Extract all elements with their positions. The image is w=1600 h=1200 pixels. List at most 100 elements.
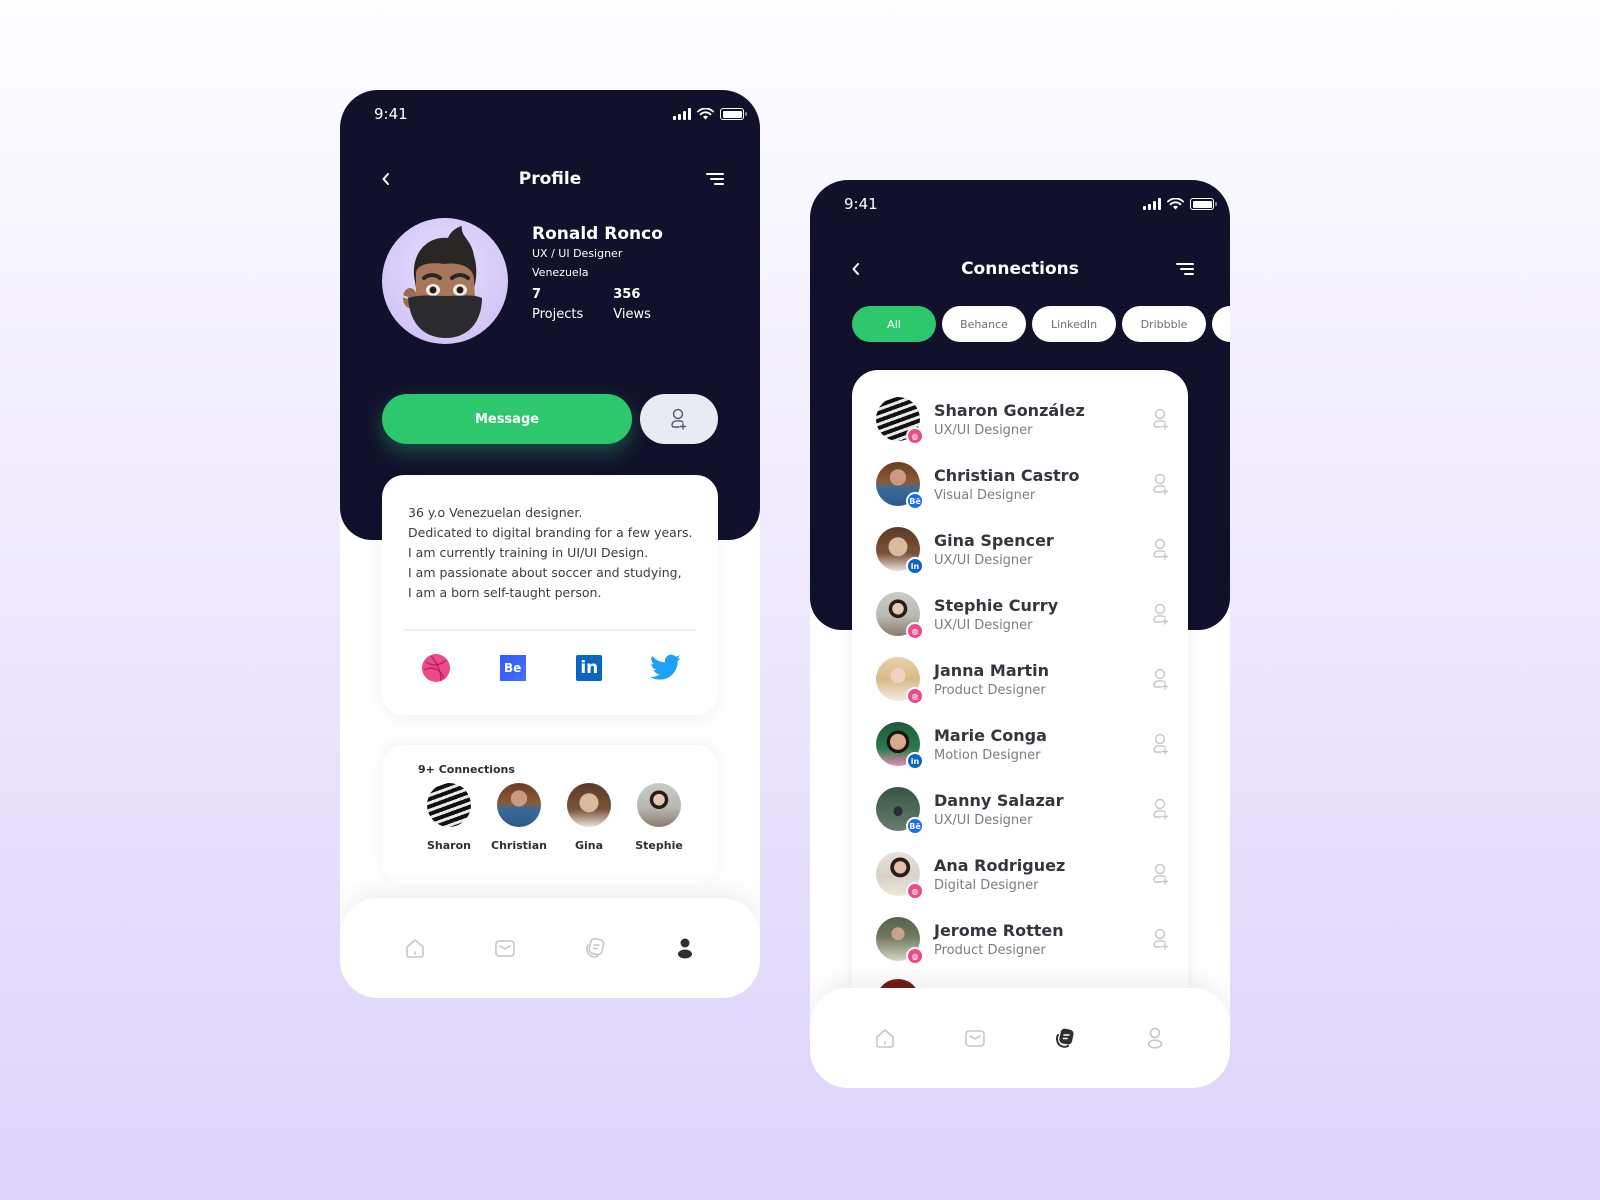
connection-name: Jerome Rotten [934,920,1064,940]
status-time: 9:41 [374,105,408,123]
battery-icon [1190,198,1217,210]
back-button[interactable] [846,259,866,279]
dribbble-icon: ◍ [906,427,924,445]
social-dribbble-link[interactable] [420,652,452,684]
stat-views: 356 Views [613,287,651,322]
linkedin-icon: in [576,655,603,681]
list-item[interactable]: ◍ Ana Rodriguez Digital Designer [876,849,1176,900]
battery-icon [720,108,747,120]
connection-item[interactable]: Sharon [426,783,472,852]
filter-chips: All Behance LinkedIn Dribbble [852,306,1230,342]
connection-name: Christian [491,839,547,852]
connection-role: UX/UI Designer [934,552,1033,568]
list-item[interactable]: Bē Danny Salazar UX/UI Designer [876,784,1176,835]
add-connection-button[interactable] [1148,926,1174,952]
list-item[interactable]: in Marie Conga Motion Designer [876,719,1176,770]
tab-home[interactable] [400,933,430,963]
add-connection-button[interactable] [1148,666,1174,692]
tab-connections[interactable] [1050,1023,1080,1053]
avatar: ◍ [876,397,924,445]
add-user-icon [1153,928,1169,950]
connection-name: Stephie Curry [934,595,1059,615]
avatar: ◍ [876,657,924,705]
avatar [637,783,681,827]
tab-profile[interactable] [1140,1023,1170,1053]
add-connection-button[interactable] [1148,796,1174,822]
avatar: ◍ [876,917,924,965]
message-button[interactable]: Message [382,394,632,444]
connection-item[interactable]: Gina [566,783,612,852]
avatar: in [876,722,924,770]
tab-profile[interactable] [670,933,700,963]
list-item[interactable]: Bē Christian Castro Visual Designer [876,459,1176,510]
menu-button[interactable] [702,169,724,189]
dribbble-icon: ◍ [906,622,924,640]
add-connection-button[interactable] [1148,861,1174,887]
add-connection-button[interactable] [1148,731,1174,757]
list-item[interactable]: in Gina Spencer UX/UI Designer [876,524,1176,575]
connection-role: UX/UI Designer [934,422,1033,438]
filter-more[interactable] [1212,306,1230,342]
tab-connections[interactable] [580,933,610,963]
back-button[interactable] [376,169,396,189]
filter-dribbble[interactable]: Dribbble [1122,306,1206,342]
connection-item[interactable]: Christian [491,783,547,852]
connection-name: Christian Castro [934,465,1080,485]
page-title: Connections [961,259,1079,279]
add-connection-button[interactable] [1148,471,1174,497]
menu-button[interactable] [1172,259,1194,279]
connection-name: Stephie [635,839,683,852]
bio-line: I am currently training in UI/UI Design. [408,545,649,560]
filter-linkedin[interactable]: LinkedIn [1032,306,1116,342]
add-user-icon [671,408,687,430]
dribbble-icon: ◍ [906,687,924,705]
tab-bar [810,988,1230,1088]
home-icon [406,939,424,958]
bio-line: I am a born self-taught person. [408,585,602,600]
connection-name: Sharon González [934,400,1085,420]
tab-messages[interactable] [490,933,520,963]
linkedin-icon: in [906,557,924,575]
list-item[interactable]: ◍ Janna Martin Product Designer [876,654,1176,705]
connection-role: Product Designer [934,682,1046,698]
connection-role: Digital Designer [934,877,1039,893]
user-icon [678,938,692,959]
avatar [427,783,471,827]
linkedin-icon: in [906,752,924,770]
profile-stats: 7 Projects 356 Views [532,287,663,322]
add-connection-button[interactable] [1148,406,1174,432]
tab-bar [340,898,760,998]
avatar: ◍ [876,852,924,900]
connection-item[interactable]: Stephie [635,783,683,852]
add-user-icon [1153,863,1169,885]
dribbble-icon [422,654,450,682]
bio-text: 36 y.o Venezuelan designer. Dedicated to… [408,503,692,603]
add-connection-button[interactable] [640,394,718,444]
filter-behance[interactable]: Behance [942,306,1026,342]
connections-card: 9+ Connections Sharon Christian Gina Ste… [382,745,718,885]
tab-messages[interactable] [960,1023,990,1053]
cards-icon [586,937,605,958]
page-title: Profile [518,169,582,189]
bio-line: I am passionate about soccer and studyin… [408,565,682,580]
profile-screen: 9:41 Profile Ronald Ronco UX / UI Design… [340,90,760,998]
list-item[interactable]: ◍ Jerome Rotten Product Designer [876,914,1176,965]
filter-all[interactable]: All [852,306,936,342]
status-time: 9:41 [844,195,878,213]
stat-value: 7 [532,287,542,302]
list-item[interactable]: ◍ Stephie Curry UX/UI Designer [876,589,1176,640]
list-item[interactable]: ◍ Sharon González UX/UI Designer [876,394,1176,445]
social-linkedin-link[interactable]: in [573,652,605,684]
add-user-icon [1153,733,1169,755]
tab-home[interactable] [870,1023,900,1053]
connections-list: ◍ Sharon González UX/UI Designer Bē Chri… [852,370,1188,1010]
status-icons [673,108,747,120]
profile-country: Venezuela [532,266,589,279]
social-twitter-link[interactable] [649,652,682,684]
user-icon [1147,1027,1163,1049]
connection-name: Gina [574,839,604,852]
connection-role: Visual Designer [934,487,1036,503]
add-connection-button[interactable] [1148,536,1174,562]
social-behance-link[interactable]: Be [497,652,529,684]
add-connection-button[interactable] [1148,601,1174,627]
